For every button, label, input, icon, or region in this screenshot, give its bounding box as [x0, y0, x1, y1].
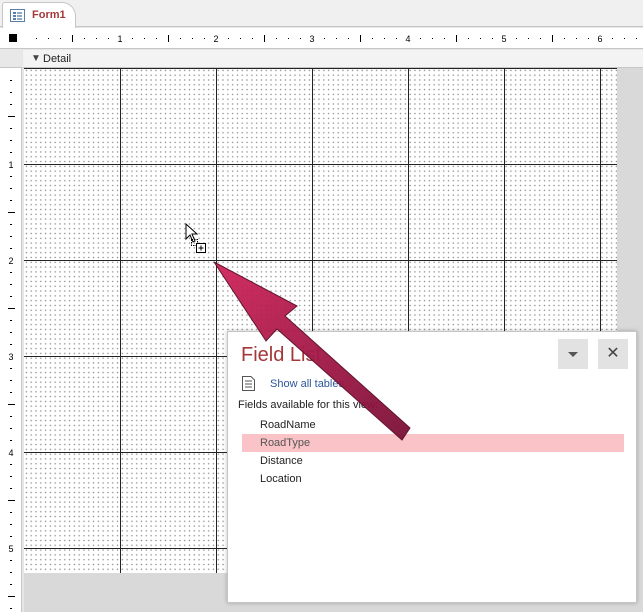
ruler-label: 5 — [8, 544, 13, 554]
field-name: RoadType — [260, 437, 311, 449]
detail-section-bar[interactable]: ▼ Detail — [23, 50, 643, 68]
fields-available-heading: Fields available for this view: — [238, 399, 379, 411]
vertical-ruler-ticks: 1 2 3 4 5 — [8, 80, 15, 609]
ruler-label: 4 — [405, 34, 410, 44]
vertical-ruler[interactable]: 1 2 3 4 5 — [0, 49, 22, 612]
field-name: RoadName — [260, 419, 316, 431]
field-list-pane: Field List ✕ Show all tables Fields avai… — [227, 331, 637, 603]
document-tab-strip: Form1 — [0, 0, 643, 28]
ruler-label: 1 — [8, 160, 13, 170]
field-item-distance[interactable]: Distance — [242, 452, 624, 470]
field-item-location[interactable]: Location — [242, 470, 624, 488]
drag-add-cursor-icon — [185, 223, 206, 253]
document-tab-label: Form1 — [32, 9, 66, 21]
field-item-roadtype[interactable]: RoadType — [242, 434, 624, 452]
field-list: RoadName RoadType Distance Location — [242, 416, 624, 488]
close-icon: ✕ — [606, 345, 620, 362]
section-collapse-icon: ▼ — [31, 53, 41, 64]
ruler-label: 6 — [597, 34, 602, 44]
ruler-label: 2 — [8, 256, 13, 266]
field-name: Distance — [260, 455, 303, 467]
field-list-title: Field List — [241, 344, 322, 366]
show-all-tables-label: Show all tables — [270, 378, 344, 390]
horizontal-ruler[interactable]: 1 2 3 4 5 6 — [0, 28, 643, 49]
form-design-view: Form1 1 2 3 4 5 6 1 2 3 4 5 ▼ Detail Fie… — [0, 0, 643, 612]
ruler-label: 4 — [8, 448, 13, 458]
ruler-label: 2 — [213, 34, 218, 44]
detail-section-label: Detail — [43, 53, 72, 65]
ruler-label: 3 — [309, 34, 314, 44]
ruler-label: 1 — [117, 34, 122, 44]
horizontal-ruler-ticks: 1 2 3 4 5 6 — [36, 34, 637, 44]
field-item-roadname[interactable]: RoadName — [242, 416, 624, 434]
field-name: Location — [260, 473, 302, 485]
document-tab-form1[interactable]: Form1 — [2, 2, 76, 28]
table-list-icon — [242, 376, 255, 391]
ruler-label: 5 — [501, 34, 506, 44]
form-icon — [10, 9, 25, 22]
ruler-label: 3 — [8, 352, 13, 362]
pane-close-button[interactable]: ✕ — [598, 339, 628, 369]
pane-options-button[interactable] — [558, 339, 588, 369]
